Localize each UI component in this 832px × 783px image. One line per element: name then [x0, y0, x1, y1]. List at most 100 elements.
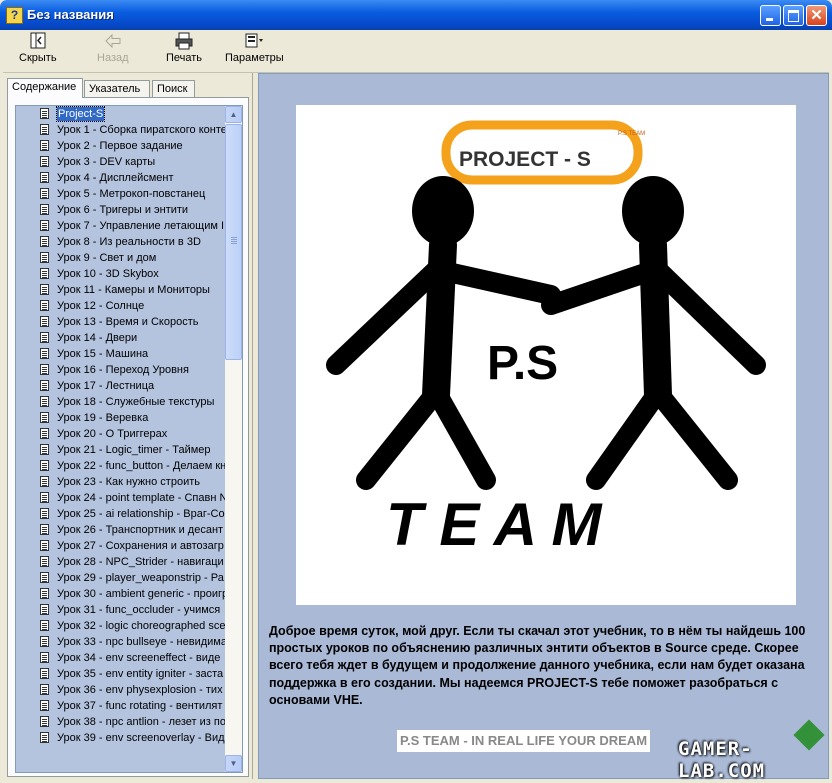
tree-item-label: Урок 3 - DEV карты — [57, 156, 156, 168]
tree-item[interactable]: Урок 34 - env screeneffect - виде — [16, 650, 225, 666]
options-button[interactable]: Параметры — [225, 32, 284, 64]
tree-item-label: Урок 2 - Первое задание — [57, 140, 183, 152]
tree-item[interactable]: Урок 38 - npc antlion - лезет из по — [16, 714, 225, 730]
document-icon — [40, 444, 49, 455]
tree-item[interactable]: Урок 3 - DEV карты — [16, 154, 225, 170]
print-button[interactable]: Печать — [166, 32, 202, 64]
contents-panel: Project-S Урок 1 - Сборка пиратского кон… — [7, 97, 249, 777]
tree-item[interactable]: Урок 35 - env entity igniter - заста — [16, 666, 225, 682]
tree-item[interactable]: Урок 8 - Из реальности в 3D — [16, 234, 225, 250]
tree-item[interactable]: Урок 33 - npc bullseye - невидима — [16, 634, 225, 650]
tab-contents[interactable]: Содержание — [7, 78, 83, 98]
tree-root-label: Project-S — [55, 106, 106, 122]
document-icon — [40, 492, 49, 503]
hide-button[interactable]: Скрыть — [19, 32, 57, 64]
tree-item[interactable]: Урок 20 - О Триггерах — [16, 426, 225, 442]
left-stick-figure — [326, 176, 561, 490]
tree-item[interactable]: Урок 25 - ai relationship - Враг-Сог — [16, 506, 225, 522]
tree-item[interactable]: Урок 2 - Первое задание — [16, 138, 225, 154]
tree-item[interactable]: Урок 22 - func_button - Делаем кн — [16, 458, 225, 474]
tab-index[interactable]: Указатель — [84, 80, 150, 97]
tree-item[interactable]: Урок 5 - Метрокоп-повстанец — [16, 186, 225, 202]
maximize-button[interactable] — [783, 5, 804, 26]
title-bar[interactable]: ? Без названия ✕ — [0, 0, 832, 30]
tree-item-label: Урок 11 - Камеры и Мониторы — [57, 284, 210, 296]
tree-item-label: Урок 19 - Веревка — [57, 412, 149, 424]
tree-item[interactable]: Урок 11 - Камеры и Мониторы — [16, 282, 225, 298]
tree-item[interactable]: Урок 23 - Как нужно строить — [16, 474, 225, 490]
tree-item[interactable]: Урок 30 - ambient generic - проигр — [16, 586, 225, 602]
document-icon — [40, 236, 49, 247]
tree-item[interactable]: Урок 12 - Солнце — [16, 298, 225, 314]
tree-item-label: Урок 13 - Время и Скорость — [57, 316, 199, 328]
tree-item[interactable]: Урок 31 - func_occluder - учимся — [16, 602, 225, 618]
tree-item-label: Урок 27 - Сохранения и автозагр — [57, 540, 224, 552]
tree-item-label: Урок 32 - logic choreographed sce — [57, 620, 225, 632]
tree-item-label: Урок 14 - Двери — [57, 332, 138, 344]
tree-item[interactable]: Урок 29 - player_weaponstrip - Ра — [16, 570, 225, 586]
tree-item-label: Урок 15 - Машина — [57, 348, 149, 360]
tree-item-label: Урок 36 - env physexplosion - тих — [57, 684, 223, 696]
tree-item[interactable]: Урок 18 - Служебные текстуры — [16, 394, 225, 410]
help-app-icon: ? — [6, 7, 23, 24]
tree-item-label: Урок 22 - func_button - Делаем кн — [57, 460, 225, 472]
document-icon — [40, 332, 49, 343]
tree-item-label: Урок 37 - func rotating - вентилят — [57, 700, 223, 712]
tree-item[interactable]: Урок 36 - env physexplosion - тих — [16, 682, 225, 698]
scroll-thumb[interactable] — [225, 124, 242, 360]
minimize-icon — [766, 18, 773, 21]
tree-item[interactable]: Урок 6 - Тригеры и энтити — [16, 202, 225, 218]
tree-item[interactable]: Урок 28 - NPC_Strider - навигаци — [16, 554, 225, 570]
intro-paragraph: Доброе время суток, мой друг. Если ты ск… — [269, 624, 806, 707]
document-icon — [40, 300, 49, 311]
document-icon — [40, 524, 49, 535]
tree-item-label: Урок 31 - func_occluder - учимся — [57, 604, 221, 616]
scroll-down-button[interactable]: ▼ — [225, 755, 242, 772]
tree-item[interactable]: Урок 27 - Сохранения и автозагр — [16, 538, 225, 554]
maximize-icon — [788, 10, 799, 22]
document-icon — [40, 172, 49, 183]
document-icon — [40, 620, 49, 631]
tree-item[interactable]: Урок 15 - Машина — [16, 346, 225, 362]
back-arrow-icon — [103, 32, 123, 50]
tab-search[interactable]: Поиск — [152, 80, 195, 97]
tree-item-label: Урок 38 - npc antlion - лезет из по — [57, 716, 225, 728]
document-icon — [40, 604, 49, 615]
tree-item[interactable]: Урок 24 - point template - Спавн N — [16, 490, 225, 506]
tree-item[interactable]: Урок 7 - Управление летающим I — [16, 218, 225, 234]
tree-item-label: Урок 25 - ai relationship - Враг-Сог — [57, 508, 225, 520]
tree-item[interactable]: Урок 9 - Свет и дом — [16, 250, 225, 266]
tree-item-label: Урок 16 - Переход Уровня — [57, 364, 189, 376]
back-button[interactable]: Назад — [97, 32, 129, 64]
tree-item[interactable]: Урок 14 - Двери — [16, 330, 225, 346]
arrow-up-icon: ▲ — [229, 110, 238, 119]
tree-item[interactable]: Урок 21 - Logic_timer - Таймер — [16, 442, 225, 458]
minimize-button[interactable] — [760, 5, 781, 26]
window-title: Без названия — [27, 7, 114, 22]
document-icon — [40, 220, 49, 231]
tree-item[interactable]: Урок 39 - env screenoverlay - Вид — [16, 730, 225, 746]
tree-item-label: Урок 7 - Управление летающим I — [57, 220, 225, 232]
tree-scrollbar[interactable]: ▲ ▼ — [225, 106, 242, 772]
document-icon — [40, 652, 49, 663]
close-button[interactable]: ✕ — [806, 5, 827, 26]
document-icon — [40, 716, 49, 727]
tree-item[interactable]: Урок 19 - Веревка — [16, 410, 225, 426]
tree-item[interactable]: Урок 17 - Лестница — [16, 378, 225, 394]
tab-index-label: Указатель — [89, 83, 141, 95]
tree-item[interactable]: Урок 26 - Транспортник и десант — [16, 522, 225, 538]
scroll-up-button[interactable]: ▲ — [225, 106, 242, 123]
tree-item[interactable]: Урок 32 - logic choreographed sce — [16, 618, 225, 634]
tree-item[interactable]: Урок 1 - Сборка пиратского конте — [16, 122, 225, 138]
badge-small-text: P.S TEAM — [618, 131, 645, 137]
tree-item[interactable]: Урок 4 - Дисплейсмент — [16, 170, 225, 186]
document-icon — [40, 268, 49, 279]
tree-item[interactable]: Урок 10 - 3D Skybox — [16, 266, 225, 282]
content-pane[interactable]: PROJECT - S P.S TEAM P.S T E A M Доброе … — [258, 73, 829, 779]
tree-item-label: Урок 5 - Метрокоп-повстанец — [57, 188, 206, 200]
tree-item[interactable]: Урок 37 - func rotating - вентилят — [16, 698, 225, 714]
tree-root-item[interactable]: Project-S — [16, 106, 225, 122]
tree-item[interactable]: Урок 16 - Переход Уровня — [16, 362, 225, 378]
tree-item[interactable]: Урок 13 - Время и Скорость — [16, 314, 225, 330]
document-icon — [40, 556, 49, 567]
